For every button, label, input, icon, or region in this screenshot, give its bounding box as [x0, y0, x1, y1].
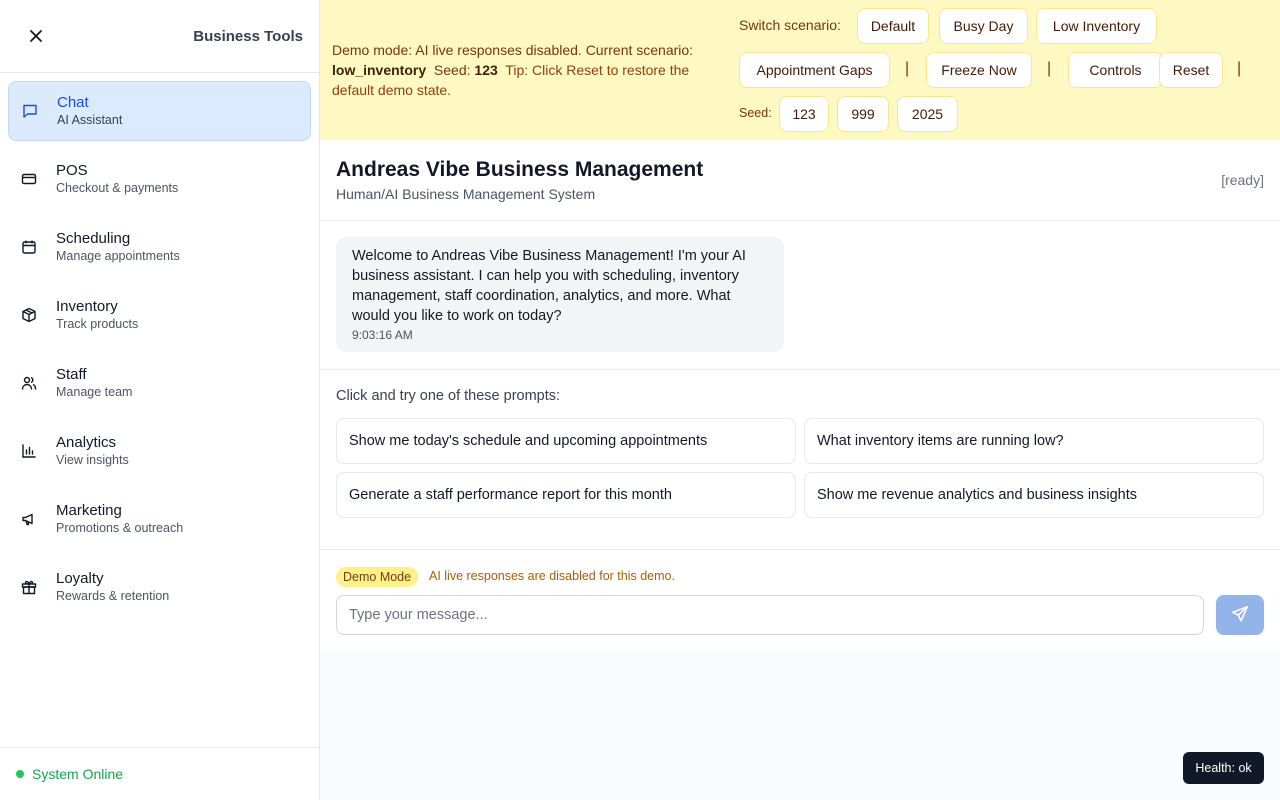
message-input[interactable]: [336, 595, 1204, 635]
sidebar: Business Tools Chat AI Assistant POS Che…: [0, 0, 320, 800]
sidebar-nav: Chat AI Assistant POS Checkout & payment…: [0, 73, 319, 633]
sidebar-item-label: POS: [56, 162, 88, 179]
suggested-prompts: Click and try one of these prompts: Show…: [320, 370, 1280, 550]
sidebar-item-sublabel: Track products: [56, 317, 139, 331]
prompt-button[interactable]: Generate a staff performance report for …: [336, 472, 796, 518]
content-background: [320, 651, 1280, 800]
sidebar-item-sublabel: Manage team: [56, 385, 133, 399]
reset-button[interactable]: Reset: [1159, 52, 1223, 88]
sidebar-item-staff[interactable]: Staff Manage team: [8, 353, 311, 413]
demo-mode-note: AI live responses are disabled for this …: [429, 569, 675, 583]
sidebar-item-loyalty[interactable]: Loyalty Rewards & retention: [8, 557, 311, 617]
current-scenario: low_inventory: [332, 62, 427, 78]
demo-banner: Demo mode: AI live responses disabled. C…: [320, 0, 1280, 140]
demo-banner-message: Demo mode: AI live responses disabled. C…: [332, 40, 727, 100]
sidebar-item-label: Analytics: [56, 434, 117, 451]
seed-123-button[interactable]: 123: [779, 96, 829, 132]
bar-chart-icon: [20, 442, 38, 460]
sidebar-item-marketing[interactable]: Marketing Promotions & outreach: [8, 489, 311, 549]
prompts-heading: Click and try one of these prompts:: [336, 388, 561, 404]
sidebar-item-label: Loyalty: [56, 570, 104, 587]
separator: |: [1237, 60, 1242, 77]
health-badge: Health: ok: [1183, 752, 1264, 784]
controls-button[interactable]: Controls: [1068, 52, 1163, 88]
sidebar-item-label: Staff: [56, 366, 87, 383]
sidebar-item-label: Marketing: [56, 502, 122, 519]
system-status: System Online: [0, 747, 319, 800]
status-dot-icon: [16, 770, 24, 778]
close-icon[interactable]: [26, 26, 46, 46]
scenario-appointment-gaps-button[interactable]: Appointment Gaps: [739, 52, 890, 88]
prompt-button[interactable]: What inventory items are running low?: [804, 418, 1264, 464]
sidebar-item-analytics[interactable]: Analytics View insights: [8, 421, 311, 481]
separator: |: [905, 60, 910, 77]
chat-icon: [21, 102, 39, 120]
switch-scenario-label: Switch scenario:: [739, 17, 841, 33]
sidebar-item-sublabel: AI Assistant: [57, 113, 123, 127]
sidebar-item-label: Scheduling: [56, 230, 131, 247]
sidebar-title: Business Tools: [193, 27, 303, 45]
main-header: Andreas Vibe Business Management Human/A…: [320, 140, 1280, 221]
sidebar-item-sublabel: View insights: [56, 453, 129, 467]
assistant-message: Welcome to Andreas Vibe Business Managem…: [336, 237, 784, 352]
chat-messages: Welcome to Andreas Vibe Business Managem…: [320, 221, 1280, 370]
freeze-now-button[interactable]: Freeze Now: [926, 52, 1032, 88]
system-status-label: System Online: [32, 766, 124, 782]
sidebar-item-sublabel: Manage appointments: [56, 249, 180, 263]
gift-icon: [20, 578, 38, 596]
page-subtitle: Human/AI Business Management System: [336, 186, 596, 202]
package-icon: [20, 306, 38, 324]
scenario-default-button[interactable]: Default: [857, 8, 929, 44]
sidebar-item-inventory[interactable]: Inventory Track products: [8, 285, 311, 345]
page-title: Andreas Vibe Business Management: [336, 158, 704, 181]
seed-2025-button[interactable]: 2025: [897, 96, 958, 132]
status-indicator: [ready]: [1221, 172, 1264, 188]
sidebar-item-pos[interactable]: POS Checkout & payments: [8, 149, 311, 209]
sidebar-item-sublabel: Checkout & payments: [56, 181, 179, 195]
sidebar-header: Business Tools: [0, 0, 319, 73]
sidebar-item-sublabel: Promotions & outreach: [56, 521, 184, 535]
prompt-button[interactable]: Show me revenue analytics and business i…: [804, 472, 1264, 518]
current-seed: 123: [474, 62, 498, 78]
users-icon: [20, 374, 38, 392]
message-composer: Demo Mode AI live responses are disabled…: [320, 551, 1280, 651]
sidebar-item-chat[interactable]: Chat AI Assistant: [8, 81, 311, 141]
calendar-icon: [20, 238, 38, 256]
credit-card-icon: [20, 170, 38, 188]
sidebar-item-scheduling[interactable]: Scheduling Manage appointments: [8, 217, 311, 277]
message-text: Welcome to Andreas Vibe Business Managem…: [352, 248, 746, 324]
scenario-low-inventory-button[interactable]: Low Inventory: [1036, 8, 1157, 44]
sidebar-item-label: Chat: [57, 94, 89, 111]
seed-label: Seed:: [433, 62, 471, 78]
megaphone-icon: [20, 510, 38, 528]
scenario-busy-day-button[interactable]: Busy Day: [939, 8, 1028, 44]
prompt-button[interactable]: Show me today's schedule and upcoming ap…: [336, 418, 796, 464]
sidebar-item-label: Inventory: [56, 298, 118, 315]
send-icon: [1231, 605, 1249, 626]
seed-selector-label: Seed:: [739, 106, 772, 120]
send-button[interactable]: [1216, 595, 1264, 635]
demo-banner-prefix: Demo mode: AI live responses disabled. C…: [332, 42, 694, 58]
separator: |: [1047, 60, 1052, 77]
sidebar-item-sublabel: Rewards & retention: [56, 589, 170, 603]
seed-999-button[interactable]: 999: [837, 96, 889, 132]
message-timestamp: 9:03:16 AM: [352, 328, 413, 342]
demo-mode-badge: Demo Mode: [336, 567, 419, 587]
